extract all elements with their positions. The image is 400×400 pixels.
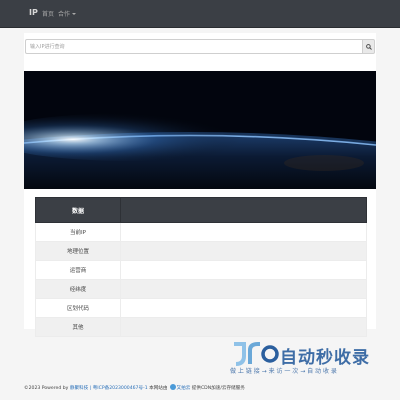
table-header-row: 数据 [35,197,367,223]
search-button[interactable] [363,39,375,54]
table-row: 地理位置 [35,241,367,261]
row-value-coordinates [120,279,367,299]
row-label-current-ip: 当前IP [35,222,121,242]
caret-down-icon [72,13,77,15]
row-value-isp [120,260,367,280]
header-value-cell [120,197,367,223]
row-label-isp: 运营商 [35,260,121,280]
cdn-logo-icon [169,384,176,390]
footer-cdn-text: 提供CDN加速/云存储服务 [191,386,245,391]
row-value-location [120,241,367,261]
earth-horizon-graphic [24,71,376,189]
page-footer: ©2023 Powered by 静聚科技 | 粤ICP备2023000467号… [24,384,245,391]
top-navbar: IP 首页 合作 [0,0,400,28]
earth-banner-image [24,71,376,189]
row-label-location: 地理位置 [35,241,121,261]
row-value-other [120,317,367,337]
ip-search-input[interactable] [25,39,363,54]
footer-cdn-label[interactable]: 又拍云 [177,386,191,391]
footer-powered-link[interactable]: 静聚科技 [70,386,88,391]
nav-cooperate-label: 合作 [58,11,71,18]
brand-logo[interactable]: IP [29,8,38,17]
footer-icp-link[interactable]: | 粤ICP备2023000467号-1 [90,386,148,391]
watermark-title: 自动秒收录 [280,348,370,368]
main-container: 数据 当前IP 地理位置 运营商 经纬度 区划代码 [24,33,376,337]
footer-host-text: 本网站由 [149,386,168,391]
nav-cooperate-dropdown[interactable]: 合作 [58,9,77,18]
search-bar [25,39,375,56]
nav-home-link[interactable]: 首页 [42,9,54,18]
table-row: 其他 [35,317,367,337]
search-icon [366,44,372,50]
row-value-current-ip [120,222,367,242]
table-row: 当前IP [35,222,367,242]
table-row: 运营商 [35,260,367,280]
header-label-cell: 数据 [35,197,121,223]
row-label-region-code: 区划代码 [35,298,121,318]
watermark-logo-icon [234,342,279,366]
row-value-region-code [120,298,367,318]
row-label-coordinates: 经纬度 [35,279,121,299]
table-row: 经纬度 [35,279,367,299]
table-row: 区划代码 [35,298,367,318]
ip-info-table: 数据 当前IP 地理位置 运营商 经纬度 区划代码 其他 [35,197,367,337]
footer-copyright: ©2023 Powered by [24,386,69,391]
watermark-subtitle: 做 上 链 接 → 来 访 一 次 → 自 动 收 录 [230,368,337,375]
row-label-other: 其他 [35,317,121,337]
watermark: 自动秒收录 做 上 链 接 → 来 访 一 次 → 自 动 收 录 [230,340,390,380]
